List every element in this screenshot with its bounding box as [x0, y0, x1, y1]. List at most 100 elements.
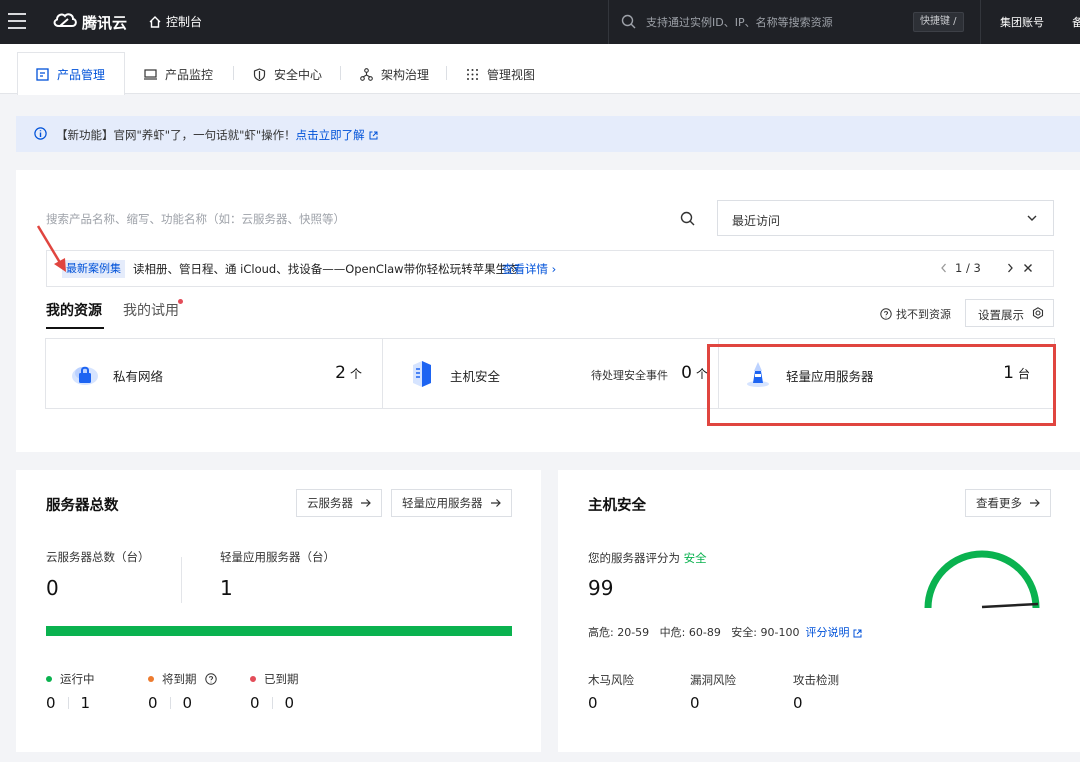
- arrow-right-icon: [490, 499, 501, 507]
- chevron-down-icon: [1027, 215, 1037, 221]
- top-bar: 腾讯云 控制台 支持通过实例ID、IP、名称等搜索资源 快捷键 / 集团账号 备: [0, 0, 1080, 44]
- not-found-link[interactable]: 找不到资源: [880, 306, 951, 322]
- chevron-left-icon[interactable]: [939, 263, 949, 273]
- tile-subtitle: 待处理安全事件: [591, 369, 668, 382]
- tile-count-value: 2: [335, 363, 346, 383]
- display-settings-label: 设置展示: [978, 308, 1024, 322]
- lighthouse-button[interactable]: 轻量应用服务器: [391, 489, 512, 517]
- grid-icon: [467, 68, 478, 80]
- console-label: 控制台: [166, 15, 203, 29]
- case-more-label: 查看详情: [502, 262, 548, 276]
- feature-notice: 【新功能】官网"养虾"了，一句话就"虾"操作！点击立即了解: [16, 116, 1080, 152]
- case-text: 读相册、管日程、通 iCloud、找设备——OpenClaw带你轻松玩转苹果生态: [133, 262, 519, 276]
- tile-count: 2个: [335, 363, 362, 383]
- info-icon: [34, 127, 47, 140]
- tab-label: 安全中心: [274, 67, 323, 82]
- tab-my-resources[interactable]: 我的资源: [46, 300, 104, 329]
- notice-link[interactable]: 点击立即了解: [296, 128, 365, 142]
- tab-label: 管理视图: [487, 67, 536, 82]
- running-value-b: 1: [80, 694, 91, 712]
- vpc-icon: [72, 366, 98, 385]
- help-icon: [880, 308, 892, 320]
- expiring-values: 00: [148, 694, 192, 712]
- score-gauge: [924, 550, 1040, 609]
- attack-detect-label: 攻击检测: [793, 673, 839, 687]
- global-search-input[interactable]: 支持通过实例ID、IP、名称等搜索资源: [608, 0, 964, 44]
- help-icon[interactable]: [204, 673, 217, 685]
- score-ranges-text: 高危: 20-59 中危: 60-89 安全: 90-100: [588, 626, 800, 639]
- product-search-input[interactable]: 搜索产品名称、缩写、功能名称（如：云服务器、快照等）: [46, 201, 719, 236]
- lighthouse-count-label: 轻量应用服务器（台）: [220, 550, 335, 564]
- expiring-dot: [148, 676, 154, 682]
- tab-management-view[interactable]: 管理视图: [466, 54, 535, 94]
- external-link-icon[interactable]: [369, 131, 378, 140]
- host-security-card: 主机安全 查看更多 您的服务器评分为 安全 99 高危: 20-59 中危: 6…: [558, 470, 1080, 752]
- legend-running: 运行中: [46, 671, 95, 687]
- expired-values: 00: [250, 694, 294, 712]
- tab-my-trial[interactable]: 我的试用: [123, 299, 183, 320]
- running-label: 运行中: [60, 672, 95, 686]
- tile-count-unit: 个: [349, 367, 362, 381]
- tile-name: 主机安全: [450, 369, 501, 384]
- score-explain-link[interactable]: 评分说明: [805, 626, 849, 639]
- recent-visit-select[interactable]: 最近访问: [717, 200, 1054, 236]
- notice-text: 【新功能】官网"养虾"了，一句话就"虾"操作！点击立即了解: [56, 127, 378, 143]
- group-account-menu[interactable]: 集团账号 备: [980, 0, 1080, 44]
- expired-value-a: 0: [250, 694, 260, 712]
- trojan-risk-label: 木马风险: [588, 673, 634, 687]
- shortcut-badge[interactable]: 快捷键 /: [913, 12, 964, 32]
- legend-expiring: 将到期: [148, 671, 217, 687]
- tab-security-center[interactable]: 安全中心: [253, 54, 322, 94]
- view-more-button[interactable]: 查看更多: [965, 489, 1051, 517]
- score-ranges: 高危: 20-59 中危: 60-89 安全: 90-100 评分说明: [588, 624, 862, 640]
- tab-architecture[interactable]: 架构治理: [360, 54, 429, 94]
- tab-product-monitor[interactable]: 产品监控: [144, 54, 213, 94]
- tencent-cloud-logo-icon[interactable]: [52, 10, 78, 32]
- card-title: 主机安全: [588, 498, 646, 514]
- tile-count: 0个: [681, 363, 708, 383]
- tab-my-trial-label: 我的试用: [123, 303, 179, 319]
- tile-vpc[interactable]: 私有网络 2个: [46, 339, 382, 408]
- monitor-icon: [144, 68, 157, 80]
- tile-host-security[interactable]: 主机安全 待处理安全事件 0个: [382, 339, 718, 408]
- external-link-icon[interactable]: [853, 629, 862, 638]
- tab-product-management[interactable]: 产品管理: [17, 52, 125, 95]
- tab-label: 架构治理: [381, 67, 430, 82]
- chevron-right-icon[interactable]: [1005, 263, 1015, 273]
- tab-divider: [446, 66, 447, 80]
- card-title: 服务器总数: [46, 498, 119, 514]
- cvm-count-value: 0: [46, 576, 59, 600]
- expiring-value-a: 0: [148, 694, 158, 712]
- product-icon: [36, 67, 49, 81]
- cvm-button-label: 云服务器: [307, 496, 353, 510]
- console-link[interactable]: 控制台: [148, 13, 202, 30]
- running-value-a: 0: [46, 694, 56, 712]
- new-badge-dot: [178, 299, 183, 304]
- case-more-link[interactable]: 查看详情 ›: [502, 261, 556, 277]
- close-icon[interactable]: [1023, 263, 1033, 273]
- cvm-button[interactable]: 云服务器: [296, 489, 382, 517]
- menu-icon[interactable]: [8, 13, 26, 29]
- case-pagination: 1 / 3: [955, 261, 981, 275]
- display-settings-button[interactable]: 设置展示: [965, 299, 1054, 327]
- expiring-value-b: 0: [182, 694, 193, 712]
- search-icon[interactable]: [680, 211, 695, 226]
- vuln-risk-value: 0: [690, 694, 700, 712]
- search-icon: [621, 14, 636, 29]
- tab-label: 产品管理: [57, 67, 106, 82]
- attack-detect-value: 0: [793, 694, 803, 712]
- host-security-icon: [413, 361, 431, 387]
- expired-dot: [250, 676, 256, 682]
- divider: [181, 557, 182, 603]
- product-search-placeholder: 搜索产品名称、缩写、功能名称（如：云服务器、快照等）: [46, 212, 345, 226]
- product-tabs: 产品管理 产品监控 安全中心 架构治理 管理视图: [0, 44, 1080, 95]
- cvm-count-label: 云服务器总数（台）: [46, 550, 150, 564]
- annotation-arrow-icon: [36, 225, 66, 272]
- tile-name: 私有网络: [113, 369, 164, 384]
- tile-count-value: 0: [681, 363, 692, 383]
- score-status: 安全: [683, 551, 707, 565]
- lighthouse-count-value: 1: [220, 576, 233, 600]
- home-icon: [149, 15, 161, 28]
- highlight-box: [707, 344, 1056, 426]
- server-status-bar: [46, 626, 512, 636]
